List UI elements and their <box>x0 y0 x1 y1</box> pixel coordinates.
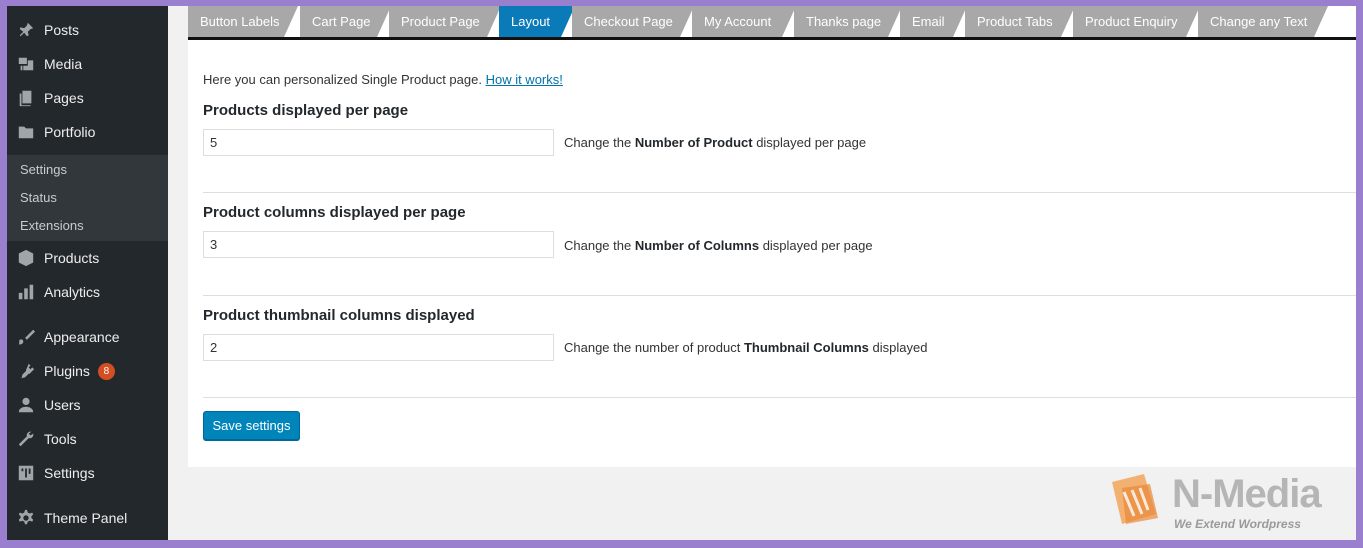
field-desc-thumbnail-columns: Change the number of product Thumbnail C… <box>564 340 928 355</box>
sidebar-item-tools[interactable]: Tools <box>7 424 168 454</box>
plug-icon <box>16 361 36 381</box>
field-desc-columns-per-page: Change the Number of Columns displayed p… <box>564 238 873 253</box>
tab-layout[interactable]: Layout <box>499 6 575 37</box>
sidebar-item-label: Settings <box>44 465 95 481</box>
settings-sliders-icon <box>16 463 36 483</box>
sidebar-item-users[interactable]: Users <box>7 390 168 420</box>
thumbnail-columns-input[interactable] <box>203 334 554 361</box>
field-desc-products-per-page: Change the Number of Product displayed p… <box>564 135 867 150</box>
sidebar-item-media[interactable]: Media <box>7 49 168 79</box>
sidebar-item-appearance[interactable]: Appearance <box>7 322 168 352</box>
tab-product-page[interactable]: Product Page <box>389 6 501 37</box>
media-icon <box>16 54 36 74</box>
sidebar-item-label: Tools <box>44 431 77 447</box>
tab-cart-page[interactable]: Cart Page <box>300 6 391 37</box>
sidebar-item-label: Posts <box>44 22 80 38</box>
tab-email[interactable]: Email <box>900 6 967 37</box>
n-media-logo: N-Media We Extend Wordpress <box>1104 472 1344 534</box>
products-per-page-input[interactable] <box>203 129 554 156</box>
sidebar-item-label: Analytics <box>44 284 101 300</box>
wp-admin-window: Posts Media Pages Portfolio Settings Sta… <box>7 6 1356 540</box>
wrench-icon <box>16 429 36 449</box>
field-title-thumbnail-columns: Product thumbnail columns displayed <box>203 307 475 324</box>
bar-chart-icon <box>16 282 36 302</box>
plugins-update-badge: 8 <box>97 362 115 380</box>
sidebar-item-theme-panel[interactable]: Theme Panel <box>7 503 168 533</box>
tab-my-account[interactable]: My Account <box>692 6 796 37</box>
box-icon <box>16 248 36 268</box>
intro-text: Here you can personalized Single Product… <box>203 72 563 87</box>
submenu-item-status[interactable]: Status <box>20 190 57 205</box>
logo-tagline: We Extend Wordpress <box>1174 517 1301 531</box>
sidebar-item-label: Pages <box>44 90 84 106</box>
admin-sidebar: Posts Media Pages Portfolio Settings Sta… <box>7 6 168 540</box>
sidebar-item-portfolio[interactable]: Portfolio <box>7 117 168 147</box>
user-icon <box>16 395 36 415</box>
sidebar-item-label: Media <box>44 56 83 72</box>
tab-thanks-page[interactable]: Thanks page <box>794 6 902 37</box>
pin-icon <box>16 20 36 40</box>
sidebar-item-pages[interactable]: Pages <box>7 83 168 113</box>
sidebar-item-label: Users <box>44 397 81 413</box>
n-media-logo-mark-icon <box>1112 474 1158 524</box>
tab-product-enquiry[interactable]: Product Enquiry <box>1073 6 1200 37</box>
sidebar-item-label: Portfolio <box>44 124 96 140</box>
tab-checkout-page[interactable]: Checkout Page <box>572 6 694 37</box>
field-title-columns-per-page: Product columns displayed per page <box>203 204 466 221</box>
tab-product-tabs[interactable]: Product Tabs <box>965 6 1075 37</box>
gear-icon <box>16 508 36 528</box>
brush-icon <box>16 327 36 347</box>
columns-per-page-input[interactable] <box>203 231 554 258</box>
sidebar-item-label: Plugins <box>44 363 90 379</box>
section-divider <box>203 295 1356 296</box>
pages-icon <box>16 88 36 108</box>
sidebar-item-label: Products <box>44 250 100 266</box>
settings-panel: Button Labels Cart Page Product Page Lay… <box>188 6 1356 467</box>
sidebar-item-analytics[interactable]: Analytics <box>7 277 168 307</box>
field-title-products-per-page: Products displayed per page <box>203 102 409 119</box>
how-it-works-link[interactable]: How it works! <box>486 72 563 87</box>
sidebar-item-posts[interactable]: Posts <box>7 15 168 45</box>
portfolio-submenu: Settings Status Extensions <box>7 155 168 241</box>
tab-button-labels[interactable]: Button Labels <box>188 6 298 37</box>
settings-tabs: Button Labels Cart Page Product Page Lay… <box>188 6 1356 40</box>
submenu-item-settings[interactable]: Settings <box>20 162 67 177</box>
section-divider <box>203 192 1356 193</box>
section-divider <box>203 397 1356 398</box>
sidebar-item-products[interactable]: Products <box>7 243 168 273</box>
sidebar-item-label: Theme Panel <box>44 510 128 526</box>
sidebar-item-label: Appearance <box>44 329 120 345</box>
tab-change-any-text[interactable]: Change any Text <box>1198 6 1328 37</box>
folder-icon <box>16 122 36 142</box>
sidebar-item-plugins[interactable]: Plugins 8 <box>7 356 168 386</box>
logo-name: N-Media <box>1172 472 1322 516</box>
sidebar-item-settings[interactable]: Settings <box>7 458 168 488</box>
submenu-item-extensions[interactable]: Extensions <box>20 218 84 233</box>
save-settings-button[interactable]: Save settings <box>203 411 300 440</box>
